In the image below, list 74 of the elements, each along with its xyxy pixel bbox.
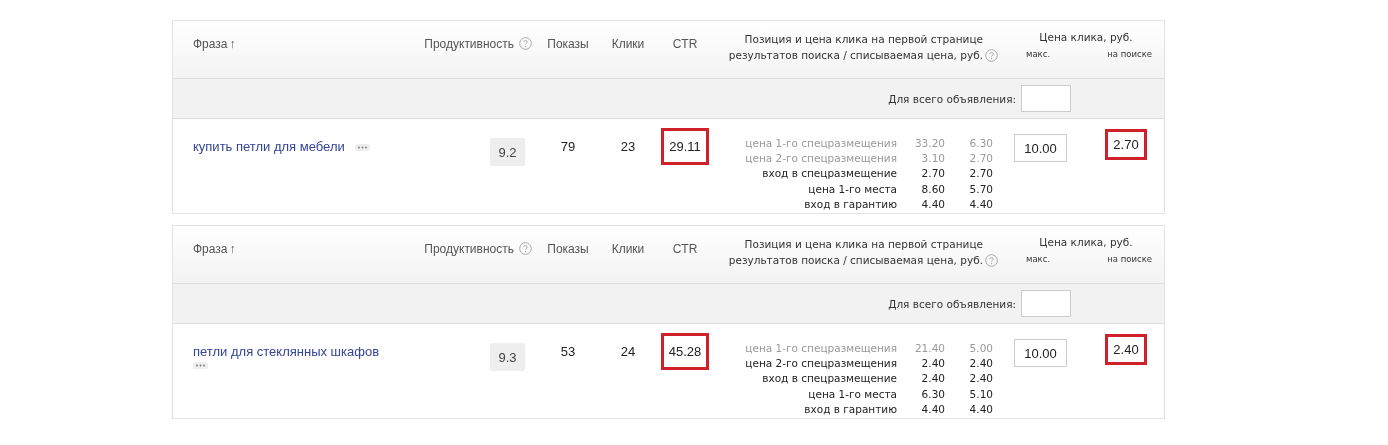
column-header: Продуктивность [424,37,514,51]
filter-label: Для всего объявления: [888,92,1016,105]
column-header: CTR [672,37,698,51]
table-cell: 79 [560,139,576,154]
charge-value: 2.40 [968,372,993,387]
column-header: CTR [672,242,698,256]
column-header: Клики [611,242,645,256]
table-cell: 24 [620,344,636,359]
help-icon[interactable] [985,254,998,267]
column-header: Позиция и цена клика на первой странице результатов поиска / списываемая цена, руб. [727,32,983,63]
column-subheader: на поиске [1107,49,1152,59]
charge-value: 5.00 [968,342,993,356]
bid-value: 6.30 [920,387,945,402]
charge-value: 2.70 [968,167,993,182]
sort-arrow[interactable]: ↑ [229,242,236,256]
position-label: цена 1-го места [807,182,897,197]
input-field[interactable] [1021,290,1071,317]
phrase-link[interactable]: купить петли для мебели [193,139,345,154]
column-header: Показы [547,242,589,256]
search-price: 2.40 [1105,334,1147,365]
charge-value: 4.40 [968,402,993,417]
more-icon[interactable] [193,362,208,369]
input-field[interactable] [1021,85,1071,112]
column-header: Показы [547,37,589,51]
phrase-link[interactable]: петли для стеклянных шкафов [193,344,380,359]
filter-label: Для всего объявления: [888,297,1016,310]
position-label: вход в гарантию [803,197,897,212]
ctr-cell: 29.11 [661,128,709,165]
position-label: цена 1-го спецразмещения [745,342,897,356]
bid-value: 21.40 [913,342,945,356]
table-cell: 53 [560,344,576,359]
charge-value: 5.70 [968,182,993,197]
help-icon[interactable] [985,49,998,62]
search-price: 2.70 [1105,129,1147,160]
column-subheader: на поиске [1107,254,1152,264]
position-label: цена 1-го спецразмещения [745,137,897,151]
charge-value: 4.40 [968,197,993,212]
column-header: Позиция и цена клика на первой странице результатов поиска / списываемая цена, руб. [727,237,983,268]
productivity-badge: 9.2 [490,138,525,166]
column-header: Цена клика, руб. [1039,31,1133,43]
charge-value: 2.70 [968,152,993,167]
bid-value: 4.40 [920,402,945,417]
bid-value: 2.70 [920,167,945,182]
help-icon[interactable] [519,242,532,255]
max-price-field[interactable]: 10.00 [1014,339,1067,367]
column-header: Продуктивность [424,242,514,256]
column-subheader: макс. [1026,254,1051,264]
bid-value: 4.40 [920,197,945,212]
charge-value: 6.30 [968,137,993,151]
ctr-cell: 45.28 [660,333,710,370]
table-cell: 23 [620,139,636,154]
position-label: вход в гарантию [803,402,897,417]
more-icon[interactable] [354,144,370,152]
help-icon[interactable] [519,37,532,50]
position-label: цена 2-го спецразмещения [745,152,897,167]
productivity-badge: 9.3 [490,343,525,371]
bid-value: 33.20 [913,137,945,151]
bid-value: 2.40 [920,357,945,372]
max-price-field[interactable]: 10.00 [1014,134,1067,162]
column-header[interactable]: Фраза [193,242,228,256]
column-header[interactable]: Фраза [193,37,228,51]
bid-value: 3.10 [920,152,945,167]
column-subheader: макс. [1026,49,1051,59]
sort-arrow[interactable]: ↑ [229,37,236,51]
position-label: вход в спецразмещение [761,372,897,387]
column-header: Цена клика, руб. [1039,236,1133,248]
column-header: Клики [611,37,645,51]
charge-value: 2.40 [968,357,993,372]
position-label: вход в спецразмещение [761,167,897,182]
charge-value: 5.10 [968,387,993,402]
position-label: цена 2-го спецразмещения [745,357,897,372]
position-label: цена 1-го места [807,387,897,402]
bid-value: 2.40 [920,372,945,387]
bid-value: 8.60 [920,182,945,197]
